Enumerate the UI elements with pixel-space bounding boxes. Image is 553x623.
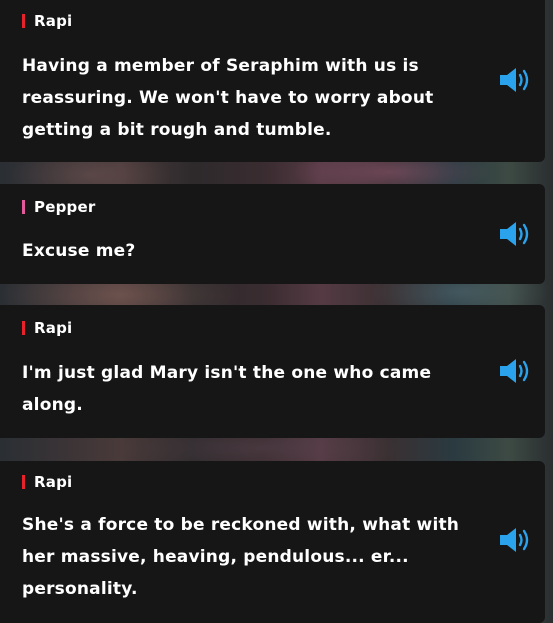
speaker-accent-bar <box>22 475 25 489</box>
speaker-tag: Rapi <box>22 473 72 491</box>
speaker-accent-bar <box>22 321 25 335</box>
speaker-volume-icon <box>500 359 529 383</box>
dialogue-entry: Rapi Having a member of Seraphim with us… <box>0 0 545 162</box>
speaker-name: Rapi <box>34 12 73 30</box>
speaker-accent-bar <box>22 14 25 28</box>
dialogue-entry: Rapi I'm just glad Mary isn't the one wh… <box>0 305 545 438</box>
speaker-tag: Rapi <box>22 12 72 30</box>
speaker-name: Rapi <box>34 473 73 491</box>
play-voice-button[interactable] <box>497 65 537 95</box>
speaker-tag: Rapi <box>22 319 72 337</box>
speaker-tag: Pepper <box>22 198 95 216</box>
dialogue-text: Excuse me? <box>22 241 136 261</box>
speaker-volume-icon <box>500 222 529 246</box>
speaker-name: Rapi <box>34 319 73 337</box>
speaker-accent-bar <box>22 200 25 214</box>
dialogue-text: Having a member of Seraphim with us is r… <box>22 56 434 140</box>
speaker-volume-icon <box>500 68 529 92</box>
play-voice-button[interactable] <box>497 356 537 386</box>
dialogue-text: I'm just glad Mary isn't the one who cam… <box>22 363 432 415</box>
play-voice-button[interactable] <box>497 525 537 555</box>
speaker-name: Pepper <box>34 198 96 216</box>
play-voice-button[interactable] <box>497 219 537 249</box>
dialogue-text: She's a force to be reckoned with, what … <box>22 515 460 599</box>
dialogue-entry: Pepper Excuse me? <box>0 184 545 284</box>
dialogue-entry: Rapi She's a force to be reckoned with, … <box>0 461 545 623</box>
speaker-volume-icon <box>500 528 529 552</box>
